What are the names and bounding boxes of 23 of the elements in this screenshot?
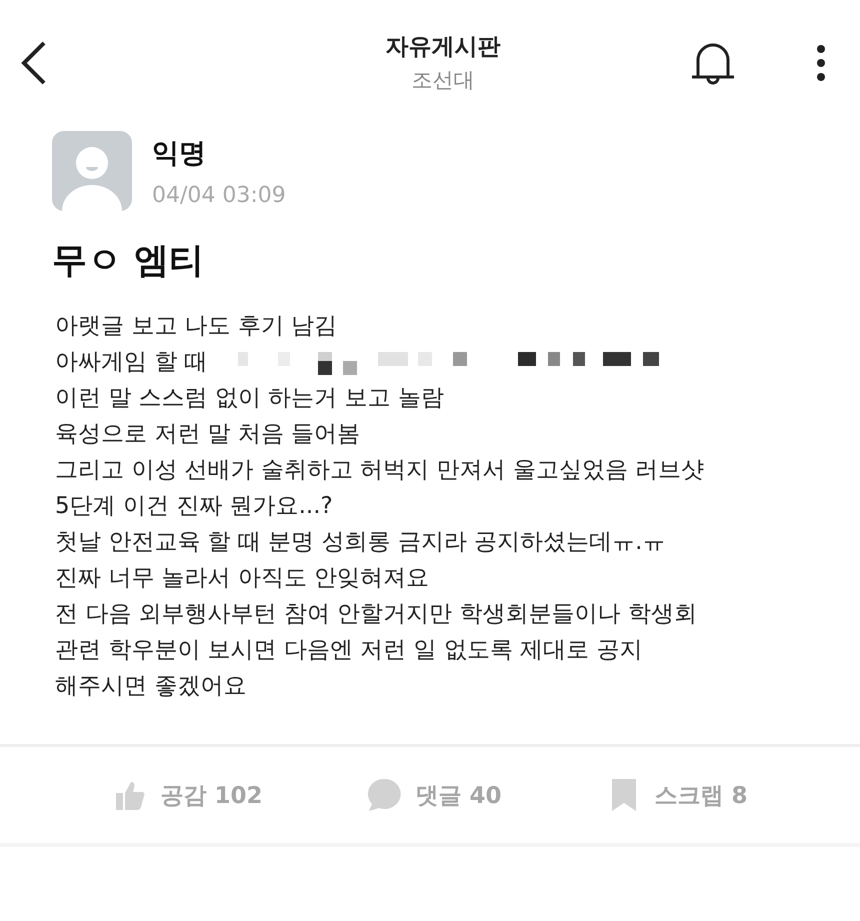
like-button[interactable]: 공감 102: [112, 777, 263, 813]
post-text: 해주시면 좋겠어요: [55, 672, 246, 701]
more-icon[interactable]: [816, 44, 826, 82]
post-text: 아랫글 보고 나도 후기 남김: [55, 312, 338, 341]
back-icon[interactable]: [20, 40, 48, 86]
post-text: 아싸게임 할 때: [55, 348, 208, 377]
avatar-icon: [52, 131, 132, 211]
post-time: 04/04 03:09: [152, 183, 286, 208]
scrap-button[interactable]: 스크랩 8: [606, 777, 748, 813]
comment-button[interactable]: 댓글 40: [367, 777, 502, 813]
post-text: 육성으로 저런 말 처음 들어봄: [55, 420, 360, 449]
post-text: 이런 말 스스럼 없이 하는거 보고 놀람: [55, 384, 444, 413]
author-name: 익명: [152, 137, 207, 171]
post-text: 그리고 이성 선배가 술취하고 허벅지 만져서 울고싶었음 러브샷: [55, 456, 704, 485]
post-text: 첫날 안전교육 할 때 분명 성희롱 금지라 공지하셨는데ㅠ.ㅠ: [55, 528, 666, 557]
post-text: 관련 학우분이 보시면 다음엔 저런 일 없도록 제대로 공지: [55, 636, 642, 665]
board-title: 자유게시판: [386, 33, 500, 62]
speech-bubble-icon: [367, 777, 404, 813]
post-title: 무ㅇ 엠티: [51, 240, 206, 283]
post-text: 5단계 이건 진짜 뭔가요...?: [55, 492, 333, 521]
school-name: 조선대: [412, 67, 474, 94]
post-text: 진짜 너무 놀라서 아직도 안잊혀져요: [55, 564, 430, 593]
post-text: 전 다음 외부행사부턴 참여 안할거지만 학생회분들이나 학생회: [55, 600, 697, 629]
